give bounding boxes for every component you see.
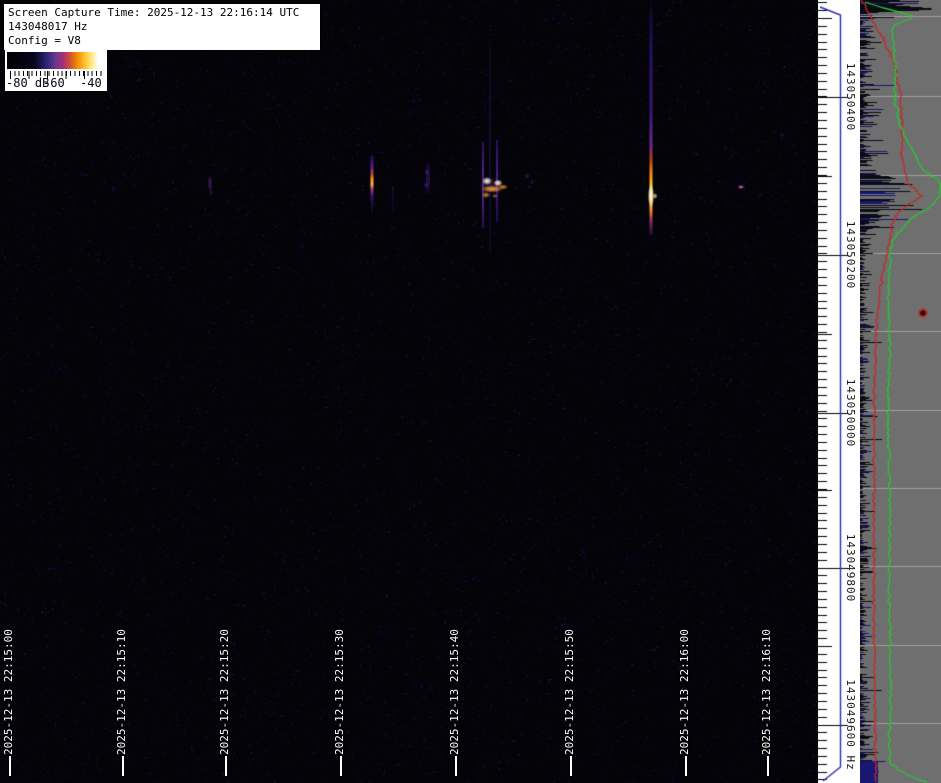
time-axis-tick	[455, 756, 457, 776]
frequency-axis-label: 143050200	[844, 221, 857, 290]
frequency-axis-label: 143050400	[844, 63, 857, 132]
frequency-axis-label: 143049600 Hz	[844, 679, 857, 770]
time-axis-tick	[122, 756, 124, 776]
time-axis-label: 2025-12-13 22:16:00	[678, 629, 691, 755]
time-axis-label: 2025-12-13 22:15:20	[218, 629, 231, 755]
info-box: Screen Capture Time: 2025-12-13 22:16:14…	[3, 3, 321, 51]
time-axis-label: 2025-12-13 22:15:00	[2, 629, 15, 755]
config-text: Config = V8	[8, 34, 316, 48]
frequency-axis-label: 143049800	[844, 534, 857, 603]
time-axis-tick	[9, 756, 11, 776]
colorbar-label-60db: -60	[43, 76, 65, 90]
time-axis-label: 2025-12-13 22:15:50	[563, 629, 576, 755]
time-axis-tick	[340, 756, 342, 776]
time-axis-tick	[225, 756, 227, 776]
time-axis-label: 2025-12-13 22:15:40	[448, 629, 461, 755]
colorbar: -80 dB -60 -40	[5, 50, 107, 91]
time-axis-label: 2025-12-13 22:15:30	[333, 629, 346, 755]
spectrum-lab-window: Screen Capture Time: 2025-12-13 22:16:14…	[0, 0, 941, 783]
frequency-axis-label: 143050000	[844, 379, 857, 448]
time-axis-label: 2025-12-13 22:16:10	[760, 629, 773, 755]
spectrum-graph-panel[interactable]	[860, 0, 941, 783]
time-axis-tick	[685, 756, 687, 776]
time-axis-tick	[570, 756, 572, 776]
colorbar-label-40db: -40	[80, 76, 102, 90]
frequency-readout: 143048017 Hz	[8, 20, 316, 34]
colorbar-gradient	[7, 52, 104, 69]
capture-time-text: Screen Capture Time: 2025-12-13 22:16:14…	[8, 6, 316, 20]
time-axis-label: 2025-12-13 22:15:10	[115, 629, 128, 755]
time-axis-tick	[767, 756, 769, 776]
